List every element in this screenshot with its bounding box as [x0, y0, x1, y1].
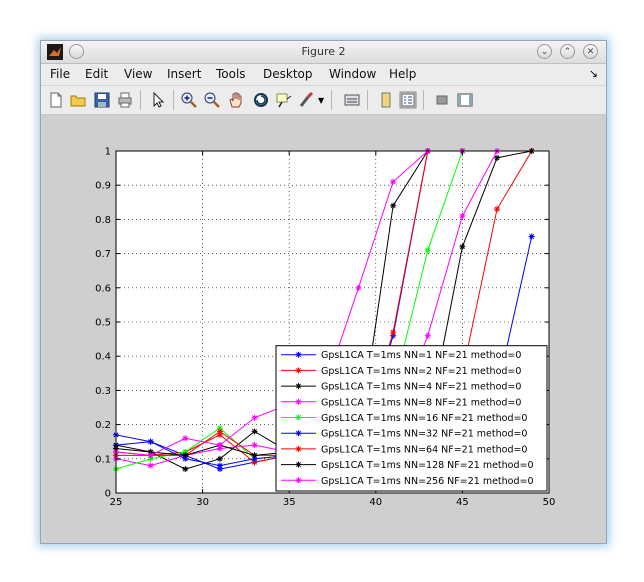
data-cursor-icon[interactable] — [275, 91, 293, 109]
y-tick-label: 0.2 — [95, 420, 111, 431]
data-point — [295, 414, 302, 421]
x-tick-label: 35 — [283, 497, 296, 508]
menu-bar: File Edit View Insert Tools Desktop Wind… — [41, 64, 606, 86]
data-point — [528, 233, 535, 240]
zoom-out-icon[interactable] — [203, 91, 221, 109]
link-icon[interactable] — [343, 91, 361, 109]
window-title: Figure 2 — [301, 45, 346, 58]
y-tick-label: 0.3 — [95, 386, 111, 397]
title-bar[interactable]: Figure 2 ⌄ ⌃ ✕ — [41, 41, 606, 64]
legend-entry-label: GpsL1CA T=1ms NN=128 NF=21 method=0 — [321, 460, 534, 471]
save-icon[interactable] — [93, 91, 111, 109]
maximize-button[interactable]: ⌃ — [560, 44, 575, 59]
menu-tools[interactable]: Tools — [216, 67, 246, 81]
legend-entry-label: GpsL1CA T=1ms NN=4 NF=21 method=0 — [321, 382, 521, 393]
dock-arrow-icon[interactable]: ↘ — [589, 67, 598, 80]
x-tick-label: 25 — [110, 497, 123, 508]
plot-area: 25 30 35 40 45 50 0 0.1 0.2 0.3 0.4 0.5 0.6 0.7 0.8 0.9… — [41, 115, 606, 543]
data-point — [295, 383, 302, 390]
toolbar-separator — [367, 90, 368, 110]
toolbar-separator — [423, 90, 424, 110]
toolbar-separator — [331, 90, 332, 110]
brush-icon[interactable] — [298, 91, 316, 109]
data-point — [295, 461, 302, 468]
toolbar-separator — [140, 90, 141, 110]
menu-help[interactable]: Help — [389, 67, 416, 81]
data-point — [295, 445, 302, 452]
legend-entry-label: GpsL1CA T=1ms NN=2 NF=21 method=0 — [321, 366, 521, 377]
x-tick-label: 45 — [456, 497, 469, 508]
print-icon[interactable] — [116, 91, 134, 109]
legend-entry-label: GpsL1CA T=1ms NN=8 NF=21 method=0 — [321, 397, 521, 408]
figure-window: Figure 2 ⌄ ⌃ ✕ File Edit View Insert Too… — [40, 40, 607, 544]
x-tick-label: 30 — [196, 497, 209, 508]
legend-entry-label: GpsL1CA T=1ms NN=16 NF=21 method=0 — [321, 413, 527, 424]
line-chart[interactable]: 25 30 35 40 45 50 0 0.1 0.2 0.3 0.4 0.5 0.6 0.7 0.8 0.9… — [41, 115, 606, 543]
legend-entry-label: GpsL1CA T=1ms NN=64 NF=21 method=0 — [321, 444, 527, 455]
x-tick-label: 40 — [369, 497, 382, 508]
y-tick-label: 1 — [105, 147, 111, 158]
y-tick-label: 0.1 — [95, 454, 111, 465]
rotate-icon[interactable] — [252, 91, 270, 109]
y-tick-label: 0.4 — [95, 352, 111, 363]
menu-file[interactable]: File — [50, 67, 70, 81]
colorbar-icon[interactable] — [377, 91, 395, 109]
menu-insert[interactable]: Insert — [167, 67, 201, 81]
brush-dropdown-icon[interactable]: ▼ — [318, 96, 324, 105]
y-tick-label: 0 — [105, 489, 111, 500]
menu-window[interactable]: Window — [329, 67, 376, 81]
data-point — [182, 452, 189, 459]
y-tick-label: 0.5 — [95, 318, 111, 329]
x-tick-label: 50 — [543, 497, 556, 508]
show-tools-icon[interactable] — [456, 91, 474, 109]
legend-entry-label: GpsL1CA T=1ms NN=32 NF=21 method=0 — [321, 429, 527, 440]
zoom-in-icon[interactable] — [180, 91, 198, 109]
new-figure-icon[interactable] — [47, 91, 65, 109]
data-point — [182, 466, 189, 473]
y-tick-label: 0.9 — [95, 181, 111, 192]
minimize-button[interactable]: ⌄ — [537, 44, 552, 59]
toolbar: ▼ — [41, 86, 606, 115]
menu-desktop[interactable]: Desktop — [263, 67, 313, 81]
close-button[interactable]: ✕ — [583, 44, 598, 59]
open-file-icon[interactable] — [69, 91, 87, 109]
y-tick-label: 0.8 — [95, 215, 111, 226]
legend-entry-label: GpsL1CA T=1ms NN=1 NF=21 method=0 — [321, 350, 521, 361]
pan-icon[interactable] — [227, 91, 245, 109]
toolbar-separator — [173, 90, 174, 110]
menu-view[interactable]: View — [124, 67, 152, 81]
legend-entry-label: GpsL1CA T=1ms NN=256 NF=21 method=0 — [321, 476, 534, 487]
menu-edit[interactable]: Edit — [85, 67, 108, 81]
y-tick-label: 0.7 — [95, 249, 111, 260]
legend-icon[interactable] — [399, 91, 417, 109]
pointer-icon[interactable] — [149, 91, 167, 109]
data-point — [182, 435, 189, 442]
y-tick-label: 0.6 — [95, 283, 111, 294]
hide-tools-icon[interactable] — [433, 91, 451, 109]
